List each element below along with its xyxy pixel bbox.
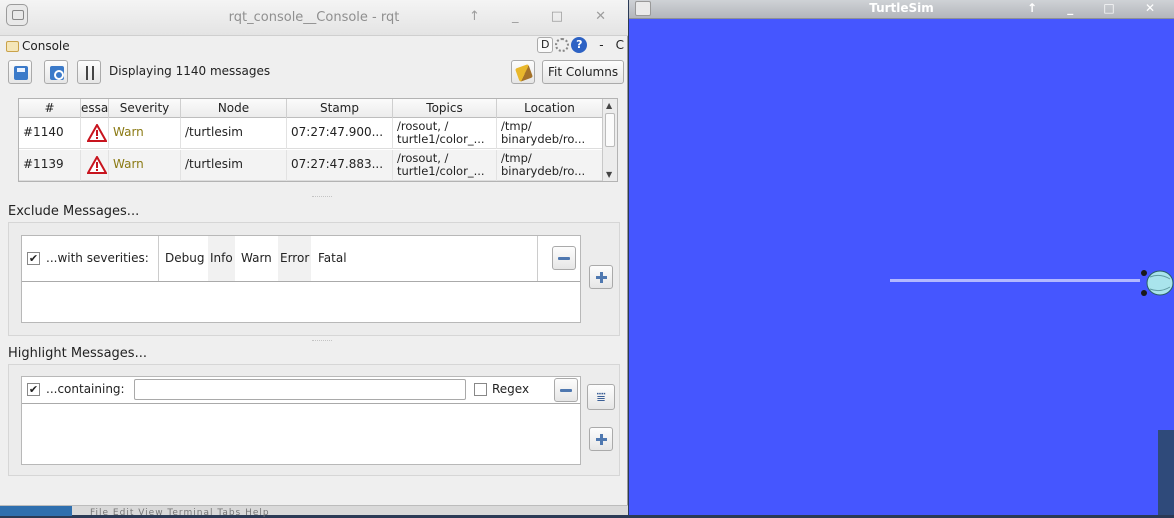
- gear-icon[interactable]: [555, 38, 570, 52]
- cell-severity: Warn: [109, 118, 181, 149]
- add-highlight-filter-button[interactable]: [589, 427, 613, 451]
- save-button[interactable]: [8, 60, 32, 84]
- column-header-topics[interactable]: Topics: [393, 99, 497, 118]
- cell-stamp: 07:27:47.883...: [287, 150, 393, 181]
- splitter-handle[interactable]: [312, 196, 332, 198]
- column-header-number[interactable]: #: [19, 99, 81, 118]
- cell-node: /turtlesim: [181, 118, 287, 149]
- severity-option-info[interactable]: Info: [208, 236, 235, 281]
- cell-topics-line2: turtle1/color_...: [397, 164, 485, 178]
- exclude-filter-list: ✔ ...with severities: Debug Info Warn Er…: [21, 235, 581, 323]
- clear-button[interactable]: [511, 60, 535, 84]
- plugin-header-controls: D ? - C: [537, 37, 624, 53]
- console-toolbar: Displaying 1140 messages Fit Columns: [8, 60, 624, 86]
- close-plugin-button[interactable]: C: [616, 38, 624, 52]
- pause-button[interactable]: [77, 60, 101, 84]
- load-button[interactable]: [44, 60, 68, 84]
- cell-stamp: 07:27:47.900...: [287, 118, 393, 149]
- scroll-down-icon[interactable]: ▼: [606, 170, 612, 179]
- table-header: # essa Severity Node Stamp Topics Locati…: [19, 99, 603, 118]
- rqt-titlebar[interactable]: rqt_console__Console - rqt ↑ _ □ ✕: [0, 0, 628, 36]
- save-icon: [14, 66, 28, 80]
- cell-severity: Warn: [109, 150, 181, 181]
- pause-icon: [86, 66, 94, 80]
- cell-number: #1139: [19, 150, 81, 181]
- cell-location-line2: binarydeb/ro...: [501, 164, 586, 178]
- column-header-message[interactable]: essa: [81, 99, 109, 118]
- column-header-severity[interactable]: Severity: [109, 99, 181, 118]
- regex-label: Regex: [492, 382, 530, 396]
- cell-topics-line2: turtle1/color_...: [397, 132, 485, 146]
- highlight-enabled-checkbox[interactable]: ✔: [27, 383, 40, 396]
- console-plugin-icon: [6, 41, 19, 52]
- turtlesim-window: TurtleSim ↑ _ □ ✕: [629, 0, 1174, 515]
- severity-filter-label: ...with severities:: [46, 251, 149, 265]
- regex-checkbox[interactable]: [474, 383, 487, 396]
- highlight-section-title: Highlight Messages...: [8, 346, 147, 361]
- plugin-header: Console D ? - C: [4, 37, 624, 56]
- splitter-handle[interactable]: [312, 340, 332, 342]
- warning-triangle-icon: [81, 150, 109, 181]
- background-terminal-strip: File Edit View Terminal Tabs Help: [0, 505, 628, 518]
- cell-location-line2: binarydeb/ro...: [501, 132, 586, 146]
- cell-location: /tmp/ binarydeb/ro...: [497, 118, 603, 149]
- text-filter-row: ✔ ...containing: Regex: [22, 377, 580, 404]
- turtlesim-canvas: [629, 19, 1174, 515]
- fit-columns-button[interactable]: Fit Columns: [542, 60, 624, 84]
- column-header-location[interactable]: Location: [497, 99, 603, 118]
- add-exclude-filter-button[interactable]: [589, 265, 613, 289]
- exclude-group: ✔ ...with severities: Debug Info Warn Er…: [8, 222, 620, 336]
- highlight-text-input[interactable]: [134, 379, 466, 400]
- highlight-filter-list: ✔ ...containing: Regex: [21, 376, 581, 465]
- turtlesim-window-controls[interactable]: ↑ _ □ ✕: [1027, 1, 1168, 15]
- turtle-trail: [890, 279, 1140, 282]
- load-icon: [50, 66, 64, 80]
- minimize-plugin-button[interactable]: -: [599, 38, 603, 52]
- exclude-enabled-checkbox[interactable]: ✔: [27, 252, 40, 265]
- remove-highlight-filter-button[interactable]: [554, 378, 578, 402]
- severity-option-debug[interactable]: Debug: [163, 236, 206, 281]
- containing-label: ...containing:: [46, 382, 125, 396]
- cell-location: /tmp/ binarydeb/ro...: [497, 150, 603, 181]
- dock-d-button[interactable]: D: [537, 37, 554, 53]
- minus-icon: [560, 389, 572, 392]
- scroll-thumb[interactable]: [605, 113, 615, 147]
- window-controls[interactable]: ↑ _ □ ✕: [469, 9, 620, 24]
- message-count-status: Displaying 1140 messages: [109, 64, 271, 78]
- message-table[interactable]: # essa Severity Node Stamp Topics Locati…: [18, 98, 618, 182]
- table-row[interactable]: #1139 Warn /turtlesim 07:27:47.883... /r…: [19, 150, 603, 181]
- rqt-console-window: rqt_console__Console - rqt ↑ _ □ ✕ Conso…: [0, 0, 628, 518]
- cell-topics: /rosout, / turtle1/color_...: [393, 150, 497, 181]
- table-scrollbar[interactable]: ▲ ▼: [602, 99, 617, 181]
- scroll-up-icon[interactable]: ▲: [606, 101, 612, 110]
- cell-node: /turtlesim: [181, 150, 287, 181]
- severity-filter-row: ✔ ...with severities: Debug Info Warn Er…: [22, 236, 580, 282]
- severity-option-warn[interactable]: Warn: [239, 236, 274, 281]
- desktop-edge: [1158, 430, 1174, 515]
- table-row[interactable]: #1140 Warn /turtlesim 07:27:47.900... /r…: [19, 118, 603, 149]
- severity-option-fatal[interactable]: Fatal: [316, 236, 349, 281]
- remove-exclude-filter-button[interactable]: [552, 246, 576, 270]
- column-header-node[interactable]: Node: [181, 99, 287, 118]
- minus-icon: [558, 257, 570, 260]
- severity-list: Debug Info Warn Error Fatal: [158, 236, 538, 281]
- exclude-section-title: Exclude Messages...: [8, 204, 140, 219]
- plugin-title: Console: [22, 39, 70, 53]
- cell-number: #1140: [19, 118, 81, 149]
- severity-option-error[interactable]: Error: [278, 236, 312, 281]
- help-icon[interactable]: ?: [571, 37, 588, 53]
- broom-clear-icon: [515, 64, 533, 82]
- terminal-menubar: File Edit View Terminal Tabs Help: [90, 508, 270, 518]
- turtlesim-titlebar[interactable]: TurtleSim ↑ _ □ ✕: [629, 0, 1174, 19]
- turtle-icon: [1141, 270, 1174, 296]
- column-header-stamp[interactable]: Stamp: [287, 99, 393, 118]
- warning-triangle-icon: [81, 118, 109, 149]
- cell-topics: /rosout, / turtle1/color_...: [393, 118, 497, 149]
- highlight-filter-icon[interactable]: ⩸: [587, 384, 615, 410]
- highlight-group: ✔ ...containing: Regex ⩸: [8, 364, 620, 476]
